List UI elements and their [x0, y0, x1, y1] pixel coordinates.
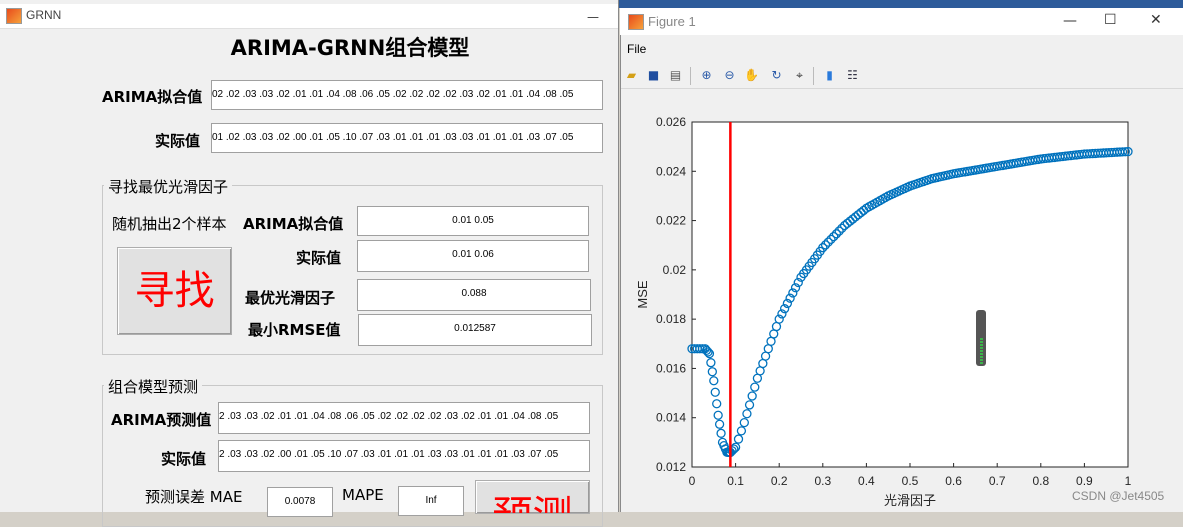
- search-group-title: 寻找最优光滑因子: [104, 176, 233, 197]
- predict-group-title: 组合模型预测: [104, 376, 203, 397]
- y-tick-label: 0.018: [656, 312, 686, 326]
- pred-value-field[interactable]: 2 .03 .03 .02 .01 .01 .04 .08 .06 .05 .0…: [218, 402, 590, 434]
- grnn-title-bar[interactable]: GRNN —: [0, 4, 618, 29]
- matlab-logo-icon: [628, 14, 644, 30]
- x-tick-label: 0.7: [989, 474, 1006, 488]
- min-rmse-field[interactable]: 0.012587: [358, 314, 592, 346]
- x-tick-label: 0.2: [771, 474, 788, 488]
- x-tick-label: 0.3: [814, 474, 831, 488]
- search-fit-field[interactable]: 0.01 0.05: [357, 206, 589, 236]
- save-icon[interactable]: ■: [645, 67, 662, 84]
- mse-plot[interactable]: 0 0.1 0.2 0.3 0.4 0.5 0.6 0.7 0.8 0.9 1 0.012 0.014 0…: [621, 90, 1181, 510]
- x-axis-label: 光滑因子: [884, 494, 936, 509]
- toolbar-separator: [813, 67, 814, 85]
- menu-file[interactable]: File: [627, 42, 646, 56]
- colorbar-icon[interactable]: ▮: [821, 67, 838, 84]
- search-actual-label: 实际值: [296, 249, 342, 267]
- pred-label: ARIMA预测值: [111, 411, 212, 429]
- pred-actual-field[interactable]: 2 .03 .03 .02 .00 .01 .05 .10 .07 .03 .0…: [218, 440, 590, 472]
- x-tick-label: 0: [689, 474, 696, 488]
- y-tick-label: 0.016: [656, 361, 686, 375]
- matlab-logo-icon: [6, 8, 22, 24]
- grnn-window-title: GRNN: [26, 8, 62, 22]
- actual-value-field[interactable]: 01 .02 .03 .03 .02 .00 .01 .05 .10 .07 .…: [211, 123, 603, 153]
- y-axis-label: MSE: [635, 280, 650, 309]
- data-cursor-icon[interactable]: ⌖: [791, 67, 808, 84]
- x-tick-label: 0.8: [1032, 474, 1049, 488]
- actual-label: 实际值: [155, 132, 201, 150]
- error-mae-label: 预测误差 MAE: [145, 488, 243, 506]
- search-actual-field[interactable]: 0.01 0.06: [357, 240, 589, 272]
- zoom-out-icon[interactable]: ⊖: [721, 67, 738, 84]
- x-tick-label: 0.4: [858, 474, 875, 488]
- x-tick-label: 0.1: [727, 474, 744, 488]
- axes-box: [691, 121, 1129, 468]
- x-tick-label: 1: [1125, 474, 1132, 488]
- minimize-button[interactable]: —: [578, 10, 608, 24]
- legend-icon[interactable]: ☷: [844, 67, 861, 84]
- maximize-button[interactable]: ☐: [1104, 12, 1117, 28]
- open-icon[interactable]: ▰: [623, 67, 640, 84]
- mae-field[interactable]: 0.0078: [267, 487, 333, 517]
- print-icon[interactable]: ▤: [667, 67, 684, 84]
- scroll-handle-grip: [980, 338, 983, 364]
- figure-title-bar[interactable]: Figure 1 — ☐ ✕: [620, 8, 1183, 35]
- figure-window-title: Figure 1: [648, 14, 696, 29]
- y-tick-label: 0.022: [656, 214, 686, 228]
- x-tick-label: 0.6: [945, 474, 962, 488]
- main-title: ARIMA-GRNN组合模型: [230, 36, 470, 60]
- y-tick-label: 0.026: [656, 115, 686, 129]
- mape-label: MAPE: [342, 486, 384, 504]
- y-tick-label: 0.012: [656, 460, 686, 474]
- minimize-button[interactable]: —: [1063, 13, 1077, 29]
- predict-button[interactable]: 预测: [475, 480, 590, 514]
- figure-toolbar: ▰ ■ ▤ ⊕ ⊖ ✋ ↻ ⌖ ▮ ☷: [621, 64, 1183, 89]
- y-tick-label: 0.024: [656, 164, 686, 178]
- watermark-text: CSDN @Jet4505: [1072, 489, 1165, 503]
- x-tick-label: 0.5: [902, 474, 919, 488]
- y-tick-label: 0.014: [656, 411, 686, 425]
- pred-actual-label: 实际值: [161, 450, 207, 468]
- x-tick-label: 0.9: [1076, 474, 1093, 488]
- close-button[interactable]: ✕: [1150, 12, 1162, 28]
- fit-label: ARIMA拟合值: [102, 88, 203, 106]
- search-fit-label: ARIMA拟合值: [243, 215, 344, 233]
- toolbar-separator: [690, 67, 691, 85]
- fit-value-field[interactable]: 02 .02 .03 .03 .02 .01 .01 .04 .08 .06 .…: [211, 80, 603, 110]
- pan-icon[interactable]: ✋: [743, 67, 760, 84]
- sample-text: 随机抽出2个样本: [112, 215, 227, 233]
- best-factor-label: 最优光滑因子: [245, 289, 336, 307]
- find-button[interactable]: 寻找: [117, 247, 232, 335]
- zoom-in-icon[interactable]: ⊕: [698, 67, 715, 84]
- min-rmse-label: 最小RMSE值: [248, 321, 341, 339]
- y-tick-label: 0.02: [663, 263, 687, 277]
- best-factor-field[interactable]: 0.088: [357, 279, 591, 311]
- rotate-icon[interactable]: ↻: [768, 67, 785, 84]
